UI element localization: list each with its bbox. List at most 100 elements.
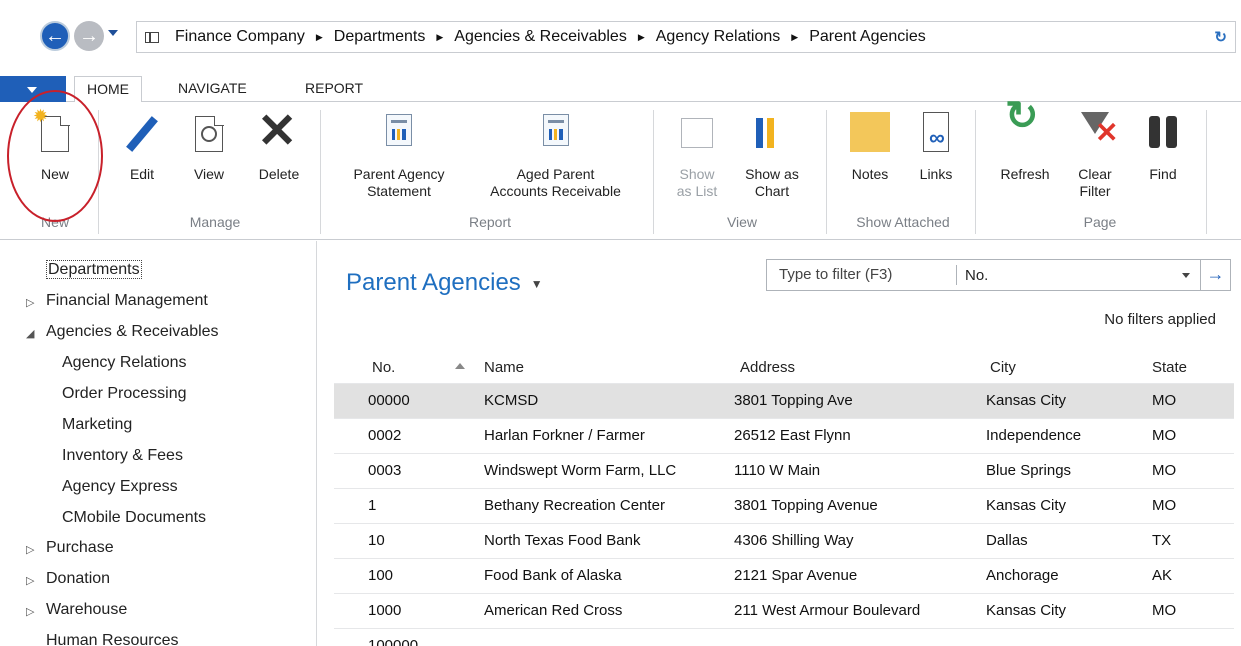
refresh-icon[interactable]: ↻	[1214, 28, 1227, 46]
nav-item-agencies-receivables[interactable]: Agencies & Receivables	[46, 323, 219, 341]
nav-item-agency-relations[interactable]: Agency Relations	[62, 354, 187, 372]
chevron-down-icon[interactable]	[1182, 272, 1190, 278]
cell-name: Windswept Worm Farm, LLC	[484, 462, 677, 479]
cell-no: 100	[368, 567, 394, 584]
group-separator	[320, 110, 321, 234]
chevron-down-icon[interactable]: ▼	[531, 277, 543, 291]
find-label: Find	[1149, 166, 1177, 182]
table-row[interactable]: 1 Bethany Recreation Center 3801 Topping…	[334, 488, 1234, 523]
filter-field-select[interactable]: No.	[957, 267, 1182, 284]
group-label-show-attached: Show Attached	[856, 214, 950, 230]
breadcrumb-item[interactable]: Finance Company	[175, 28, 305, 46]
back-button[interactable]: ←	[40, 21, 70, 51]
nav-item-cmobile-documents[interactable]: CMobile Documents	[62, 509, 206, 527]
nav-item-departments[interactable]: Departments	[46, 260, 142, 279]
column-header-address[interactable]: Address	[740, 353, 795, 383]
breadcrumb-item[interactable]: Agency Relations	[656, 28, 781, 46]
clear-filter-button[interactable]: ✕ Clear Filter	[1066, 110, 1124, 200]
page-title[interactable]: Parent Agencies ▼	[346, 269, 543, 297]
edit-button[interactable]: Edit	[120, 110, 164, 183]
cell-name: Harlan Forkner / Farmer	[484, 427, 645, 444]
expand-icon[interactable]: ▷	[26, 296, 34, 309]
breadcrumb-item[interactable]: Agencies & Receivables	[454, 28, 627, 46]
cell-state: TX	[1152, 532, 1172, 549]
nav-item-order-processing[interactable]: Order Processing	[62, 385, 187, 403]
filter-input[interactable]: Type to filter (F3)	[767, 265, 957, 285]
cell-no: 00000	[368, 392, 410, 409]
cell-state: MO	[1152, 462, 1177, 479]
cell-name: North Texas Food Bank	[484, 532, 641, 549]
history-dropdown-icon[interactable]	[108, 30, 118, 36]
nav-item-donation[interactable]: Donation	[46, 570, 110, 588]
nav-item-warehouse[interactable]: Warehouse	[46, 601, 127, 619]
main-content: Parent Agencies ▼ Type to filter (F3) No.…	[318, 241, 1241, 646]
delete-button[interactable]: ✕ Delete	[250, 108, 308, 183]
breadcrumb-item[interactable]: Departments	[334, 28, 426, 46]
binoculars-icon	[1138, 110, 1188, 158]
tab-navigate[interactable]: NAVIGATE	[166, 76, 259, 102]
breadcrumb-item[interactable]: Parent Agencies	[809, 28, 926, 46]
note-icon	[840, 110, 900, 158]
column-header-name[interactable]: Name	[484, 353, 524, 383]
breadcrumb-separator-icon: ▶	[315, 31, 323, 42]
aged-parent-ar-button[interactable]: Aged Parent Accounts Receivable	[468, 110, 643, 200]
window-icon	[145, 31, 159, 43]
nav-item-human-resources[interactable]: Human Resources	[46, 632, 179, 646]
expand-icon[interactable]: ▷	[26, 605, 34, 618]
show-as-list-button[interactable]: Show as List	[668, 110, 726, 200]
sort-ascending-icon	[455, 363, 465, 369]
parent-agency-statement-button[interactable]: Parent Agency Statement	[333, 110, 465, 200]
cell-city: Anchorage	[986, 567, 1059, 584]
table-row[interactable]: 10 North Texas Food Bank 4306 Shilling W…	[334, 523, 1234, 558]
button-label-line: Parent Agency	[353, 166, 445, 182]
breadcrumb: Finance Company ▶ Departments ▶ Agencies…	[136, 21, 1236, 53]
report-icon	[333, 110, 465, 158]
button-label-line: Filter	[1079, 183, 1111, 199]
button-label-line: Statement	[367, 183, 431, 199]
button-label-line: as List	[676, 183, 718, 199]
column-header-no[interactable]: No.	[372, 353, 395, 383]
refresh-button[interactable]: ↻ Refresh	[990, 96, 1060, 183]
nav-item-agency-express[interactable]: Agency Express	[62, 478, 178, 496]
nav-item-purchase[interactable]: Purchase	[46, 539, 114, 557]
expand-icon[interactable]: ▷	[26, 543, 34, 556]
cell-no: 0003	[368, 462, 402, 479]
clear-filter-icon: ✕	[1066, 110, 1124, 158]
view-document-icon	[184, 110, 234, 158]
column-header-state[interactable]: State	[1152, 353, 1187, 383]
delete-label: Delete	[258, 166, 300, 182]
cell-address: 1110 W Main	[734, 462, 821, 479]
cell-no: 0002	[368, 427, 402, 444]
links-label: Links	[919, 166, 953, 182]
view-button[interactable]: View	[184, 110, 234, 183]
table-row[interactable]: 100000	[334, 628, 1234, 646]
apply-filter-arrow-icon[interactable]: →	[1200, 260, 1230, 290]
notes-button[interactable]: Notes	[840, 110, 900, 183]
column-header-city[interactable]: City	[990, 353, 1016, 383]
collapse-icon[interactable]: ◢	[26, 327, 34, 340]
nav-item-marketing[interactable]: Marketing	[62, 416, 132, 434]
cell-state: MO	[1152, 427, 1177, 444]
highlight-circle-annotation	[7, 90, 103, 222]
links-button[interactable]: Links	[910, 110, 962, 183]
table-row[interactable]: 00000 KCMSD 3801 Topping Ave Kansas City…	[334, 383, 1234, 418]
expand-icon[interactable]: ▷	[26, 574, 34, 587]
tab-home[interactable]: HOME	[74, 76, 142, 103]
nav-item-inventory-fees[interactable]: Inventory & Fees	[62, 447, 183, 465]
pencil-icon	[120, 110, 164, 158]
table-row[interactable]: 0003 Windswept Worm Farm, LLC 1110 W Mai…	[334, 453, 1234, 488]
group-label-page: Page	[1083, 214, 1117, 230]
table-row[interactable]: 1000 American Red Cross 211 West Armour …	[334, 593, 1234, 628]
button-label-line: Show	[679, 166, 715, 182]
forward-button[interactable]: →	[74, 21, 104, 51]
ribbon-tabs: HOME NAVIGATE REPORT	[0, 76, 1241, 103]
cell-no: 100000	[368, 637, 419, 646]
tab-report[interactable]: REPORT	[293, 76, 375, 102]
nav-item-financial-management[interactable]: Financial Management	[46, 292, 208, 310]
cell-city: Kansas City	[986, 392, 1067, 409]
table-row[interactable]: 0002 Harlan Forkner / Farmer 26512 East …	[334, 418, 1234, 453]
find-button[interactable]: Find	[1138, 110, 1188, 183]
show-as-chart-button[interactable]: Show as Chart	[732, 110, 812, 200]
group-label-manage: Manage	[189, 214, 241, 230]
table-row[interactable]: 100 Food Bank of Alaska 2121 Spar Avenue…	[334, 558, 1234, 593]
